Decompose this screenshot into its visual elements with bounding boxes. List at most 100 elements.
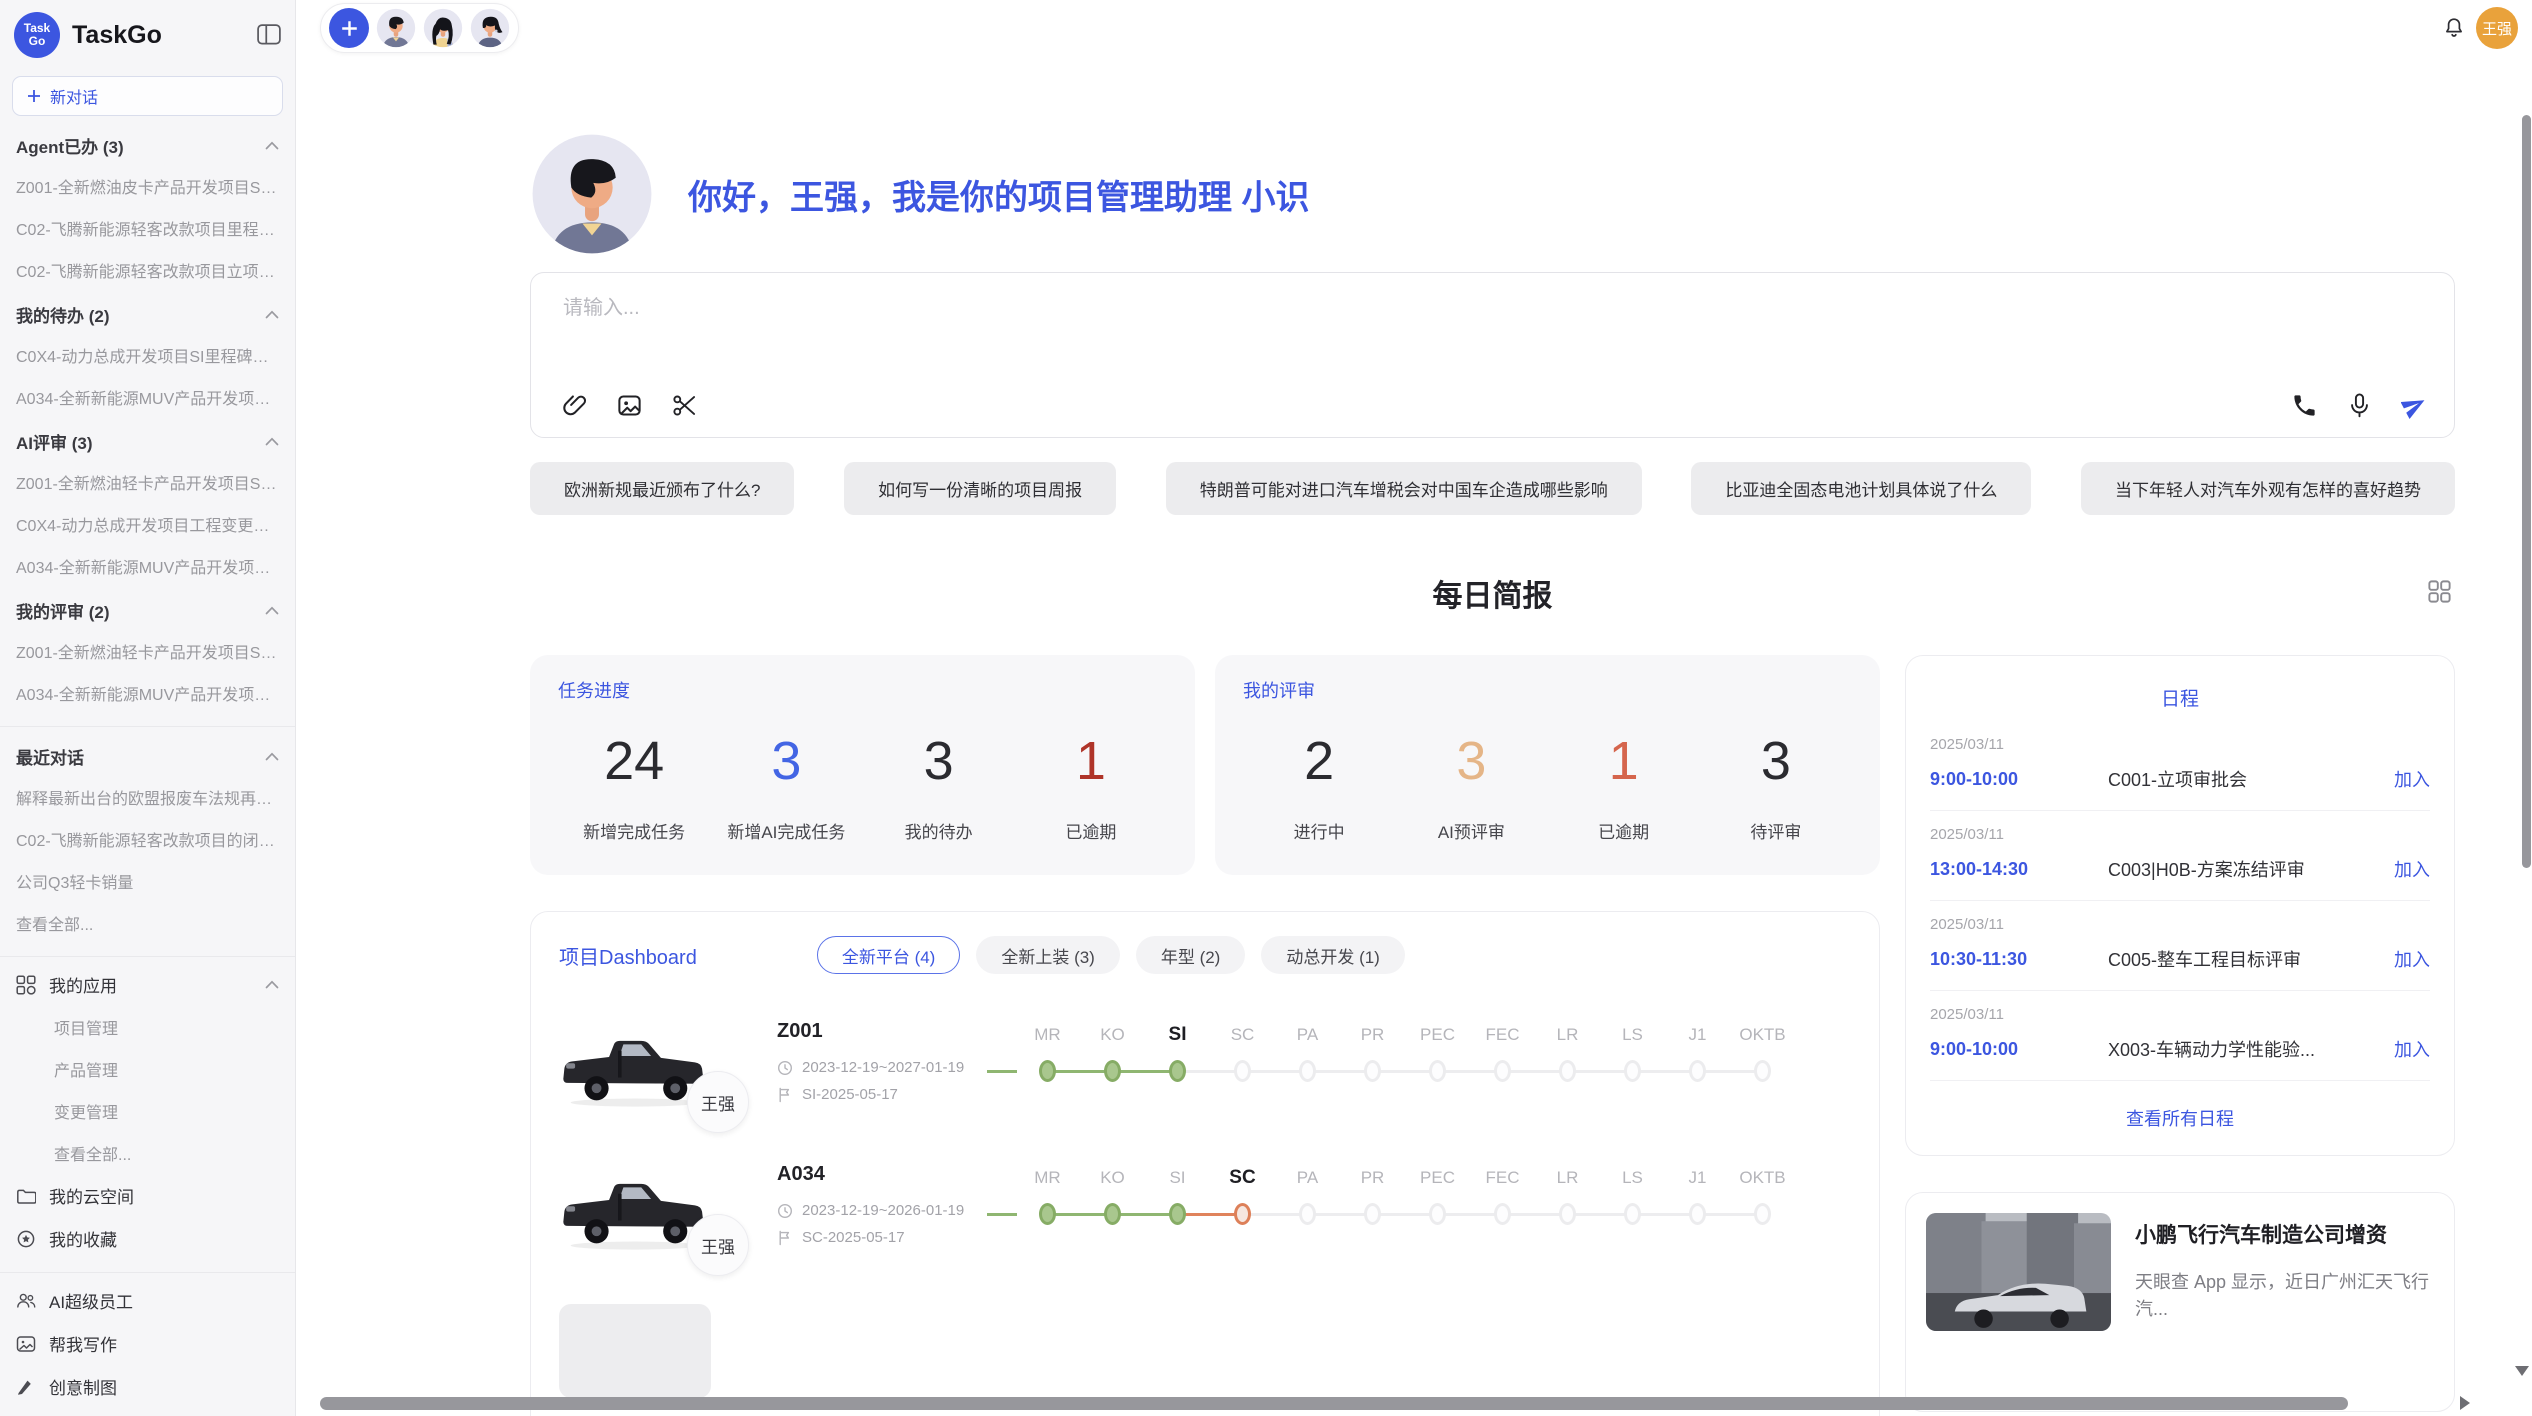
milestone-ls: LS <box>1600 1022 1665 1082</box>
horizontal-scrollbar[interactable] <box>320 1397 2348 1410</box>
suggestion-chips: 欧洲新规最近颁布了什么? 如何写一份清晰的项目周报特朗普可能对进口汽车增税会对中国… <box>530 462 2455 515</box>
chevron-up-icon <box>265 752 279 761</box>
sidebar-task-item[interactable]: A034-全新新能源MUV产品开发项目造型可行性评审 <box>0 672 295 714</box>
sidebar-task-item[interactable]: C02-飞腾新能源轻客改款项目里程碑画布 <box>0 207 295 249</box>
my-apps-item[interactable]: 查看全部... <box>0 1132 295 1174</box>
sidebar-task-item[interactable]: Z001-全新燃油轻卡产品开发项目SI节点属性5D文件评审 <box>0 630 295 672</box>
event-join-link[interactable]: 加入 <box>2394 766 2430 792</box>
suggestion-chip[interactable]: 比亚迪全固态电池计划具体说了什么 <box>1691 462 2031 515</box>
event-join-link[interactable]: 加入 <box>2394 856 2430 882</box>
event-join-link[interactable]: 加入 <box>2394 946 2430 972</box>
sidebar: Task Go TaskGo 新对话 Agent已办 (3)Z001-全新燃油皮… <box>0 0 296 1416</box>
sidebar-tool-people[interactable]: AI超级员工 <box>0 1279 295 1322</box>
sidebar-task-item[interactable]: A034-全新新能源MUV产品开发项目法规符合性评审 <box>0 545 295 587</box>
milestone-dot <box>1104 1203 1121 1225</box>
milestone-label: PEC <box>1405 1165 1470 1191</box>
sidebar-section-header[interactable]: Agent已办 (3) <box>0 122 295 165</box>
project-code: A034 <box>777 1163 1015 1186</box>
milestone-dot <box>1494 1060 1511 1082</box>
sidebar-task-item[interactable]: C0X4-动力总成开发项目工程变更评审 <box>0 503 295 545</box>
collapse-sidebar-icon[interactable] <box>257 24 281 46</box>
schedule-event: 2025/03/1110:30-11:30C005-整车工程目标评审加入 <box>1930 901 2430 991</box>
notifications-bell-icon[interactable] <box>2442 16 2466 42</box>
add-member-button[interactable] <box>329 8 369 48</box>
project-row[interactable]: 王强A0342023-12-19~2026-01-19SC-2025-05-17… <box>559 1161 1851 1260</box>
sidebar-task-item[interactable]: A034-全新新能源MUV产品开发项目计划变更表编写 <box>0 376 295 418</box>
recent-conversation-item[interactable]: C02-飞腾新能源轻客改款项目的闭环通告反馈情况 <box>0 818 295 860</box>
milestone-j1: J1 <box>1665 1165 1730 1225</box>
recent-section-header[interactable]: 最近对话 <box>0 733 295 776</box>
my-apps-item[interactable]: 变更管理 <box>0 1090 295 1132</box>
sidebar-tool-label: 创意制图 <box>49 1374 117 1399</box>
sidebar-task-item[interactable]: Z001-全新燃油轻卡产品开发项目SI造型提交物评审 <box>0 461 295 503</box>
milestone-ko: KO <box>1080 1022 1145 1082</box>
stat-label: 新增完成任务 <box>574 818 694 843</box>
sidebar-tool-pen[interactable]: 创意制图 <box>0 1365 295 1408</box>
recent-conversation-item[interactable]: 公司Q3轻卡销量 <box>0 860 295 902</box>
news-title: 小鹏飞行汽车制造公司增资 <box>2135 1219 2434 1249</box>
sidebar-tool-writing[interactable]: 帮我写作 <box>0 1322 295 1365</box>
recent-conversation-item[interactable]: 解释最新出台的欧盟报废车法规再生塑料比例被调至15%... <box>0 776 295 818</box>
dashboard-tab[interactable]: 动总开发 (1) <box>1261 936 1405 974</box>
dashboard-title: 项目Dashboard <box>559 941 697 970</box>
sidebar-task-item[interactable]: Z001-全新燃油皮卡产品开发项目SI节点Lesson Learn报告 <box>0 165 295 207</box>
user-avatar[interactable]: 王强 <box>2476 7 2518 49</box>
suggestion-chip[interactable]: 如何写一份清晰的项目周报 <box>844 462 1116 515</box>
chat-input[interactable] <box>563 297 1934 320</box>
news-card[interactable]: 小鹏飞行汽车制造公司增资 天眼查 App 显示，近日广州汇天飞行汽... <box>1905 1192 2455 1412</box>
sidebar-task-sections: Agent已办 (3)Z001-全新燃油皮卡产品开发项目SI节点Lesson L… <box>0 122 295 714</box>
project-date-range: 2023-12-19~2027-01-19 <box>777 1059 1015 1076</box>
sidebar-section-header[interactable]: 我的待办 (2) <box>0 291 295 334</box>
sidebar-task-item[interactable]: C0X4-动力总成开发项目SI里程碑提交物检查 <box>0 334 295 376</box>
attach-file-icon[interactable] <box>561 392 588 419</box>
conversation-members <box>320 3 519 53</box>
sidebar-section-header[interactable]: 我的评审 (2) <box>0 587 295 630</box>
voice-call-icon[interactable] <box>2291 392 2318 419</box>
milestone-label: SI <box>1145 1165 1210 1191</box>
sidebar-section-header[interactable]: AI评审 (3) <box>0 418 295 461</box>
dashboard-tab[interactable]: 全新上装 (3) <box>976 936 1120 974</box>
event-date: 2025/03/11 <box>1930 1006 2430 1023</box>
hero-row: 你好，王强，我是你的项目管理助理 小识 <box>530 132 2455 256</box>
my-apps-item[interactable]: 产品管理 <box>0 1048 295 1090</box>
insert-image-icon[interactable] <box>616 392 643 419</box>
new-chat-button[interactable]: 新对话 <box>12 76 283 116</box>
my-apps-item[interactable]: 项目管理 <box>0 1006 295 1048</box>
dashboard-tab[interactable]: 年型 (2) <box>1136 936 1246 974</box>
event-date: 2025/03/11 <box>1930 826 2430 843</box>
member-avatars <box>376 8 510 48</box>
stat-label: 待评审 <box>1716 818 1836 843</box>
sidebar-link-label: 我的云空间 <box>49 1183 134 1208</box>
sidebar-link-cloud-space[interactable]: 我的云空间 <box>0 1174 295 1217</box>
sidebar-task-item[interactable]: C02-飞腾新能源轻客改款项目立项汇报方案 <box>0 249 295 291</box>
screenshot-scissors-icon[interactable] <box>671 392 698 419</box>
microphone-icon[interactable] <box>2346 392 2373 419</box>
send-message-icon[interactable] <box>2401 392 2428 419</box>
milestone-dot <box>1494 1203 1511 1225</box>
scroll-down-arrow[interactable] <box>2515 1366 2529 1376</box>
recent-view-all-link[interactable]: 查看全部... <box>0 902 295 944</box>
suggestion-chip[interactable]: 欧洲新规最近颁布了什么? <box>530 462 794 515</box>
suggestion-chip[interactable]: 特朗普可能对进口汽车增税会对中国车企造成哪些影响 <box>1166 462 1642 515</box>
chevron-up-icon <box>265 980 279 989</box>
dashboard-tab[interactable]: 全新平台 (4) <box>817 936 961 974</box>
event-name: X003-车辆动力学性能验... <box>2108 1036 2380 1062</box>
suggestion-chip[interactable]: 当下年轻人对汽车外观有怎样的喜好趋势 <box>2081 462 2455 515</box>
event-date: 2025/03/11 <box>1930 736 2430 753</box>
vertical-scrollbar[interactable] <box>2522 115 2531 868</box>
scroll-right-arrow[interactable] <box>2460 1396 2470 1410</box>
project-row[interactable]: 王强Z0012023-12-19~2027-01-19SI-2025-05-17… <box>559 1018 1851 1117</box>
my-apps-header[interactable]: 我的应用 <box>0 963 295 1006</box>
member-avatar-1[interactable] <box>376 8 416 48</box>
sidebar-section-label: AI评审 (3) <box>16 429 93 454</box>
main-area: 王强 你好，王强，我是你的项目管理助理 小识 欧 <box>296 0 2532 1416</box>
sidebar-link-favorites[interactable]: 我的收藏 <box>0 1217 295 1260</box>
stat-value: 3 <box>879 733 999 790</box>
view-all-schedule-link[interactable]: 查看所有日程 <box>1930 1081 2430 1139</box>
event-date: 2025/03/11 <box>1930 916 2430 933</box>
event-join-link[interactable]: 加入 <box>2394 1036 2430 1062</box>
briefing-layout-icon[interactable] <box>2426 578 2453 605</box>
member-avatar-3[interactable] <box>470 8 510 48</box>
member-avatar-2[interactable] <box>423 8 463 48</box>
project-owner-badge: 王强 <box>687 1071 749 1133</box>
